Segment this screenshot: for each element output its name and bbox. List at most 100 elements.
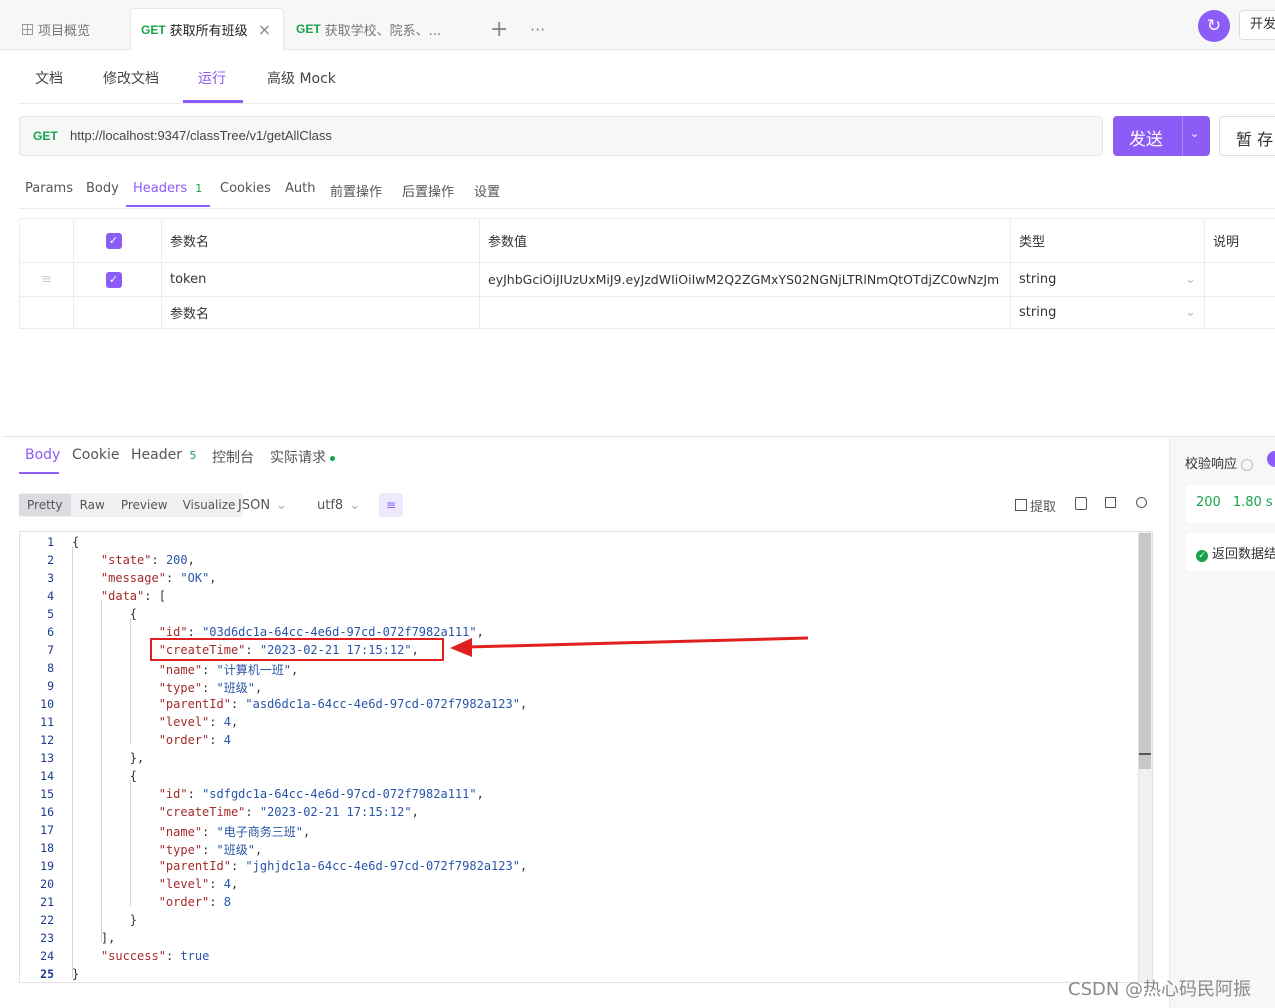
col-type-header: 类型	[1010, 218, 1205, 263]
tab-response-header[interactable]: Header 5	[131, 447, 196, 463]
chevron-down-icon: ⌄	[349, 497, 361, 513]
chevron-down-icon[interactable]: ⌄	[1190, 127, 1199, 140]
extract-icon	[1015, 499, 1027, 511]
scroll-marker	[1139, 753, 1151, 755]
line-number: 24	[40, 949, 54, 963]
code-line: }	[72, 913, 138, 927]
content-type-select[interactable]: JSON ⌄	[238, 493, 287, 517]
tab-headers[interactable]: Headers 1	[133, 181, 202, 196]
param-name-input[interactable]: 参数名	[161, 296, 480, 329]
status-dot-icon	[330, 455, 336, 461]
tab-get-schools[interactable]: GET 获取学校、院系、...	[296, 8, 446, 50]
highlight-box	[150, 638, 444, 661]
code-line: {	[72, 607, 138, 621]
tab-response-body[interactable]: Body	[25, 447, 60, 463]
nav-doc[interactable]: 文档	[35, 68, 63, 88]
encoding-select[interactable]: utf8 ⌄	[317, 493, 360, 517]
tab-auth[interactable]: Auth	[285, 181, 315, 196]
indent-guide	[130, 618, 131, 744]
line-number: 9	[47, 679, 54, 693]
tab-post-request[interactable]: 后置操作	[402, 181, 454, 200]
tab-response-cookie[interactable]: Cookie	[72, 447, 120, 463]
download-icon[interactable]	[1075, 497, 1087, 510]
param-desc[interactable]	[1204, 296, 1275, 329]
select-all-checkbox[interactable]: ✓	[105, 232, 122, 249]
indent-guide	[130, 780, 131, 906]
col-desc-header: 说明	[1204, 218, 1275, 263]
param-value[interactable]: eyJhbGciOiJIUzUxMiJ9.eyJzdWIiOiIwM2Q2ZGM…	[479, 262, 1011, 297]
response-time: 1.80 s	[1232, 495, 1273, 510]
chevron-down-icon: ⌄	[1185, 305, 1196, 320]
line-number: 6	[47, 625, 54, 639]
arrow-shaft	[467, 636, 809, 649]
method-select[interactable]: GET	[33, 129, 58, 143]
extract-button[interactable]: 提取	[1015, 493, 1056, 517]
param-value-input[interactable]	[479, 296, 1011, 329]
format-raw[interactable]: Raw	[71, 494, 114, 516]
tab-label: 获取学校、院系、...	[324, 23, 442, 39]
nav-mock[interactable]: 高级 Mock	[267, 68, 336, 88]
drag-handle-icon[interactable]: ≡	[19, 262, 74, 297]
type-select[interactable]: string ⌄	[1010, 296, 1205, 329]
line-number: 13	[40, 751, 54, 765]
line-number: 7	[47, 643, 54, 657]
sync-icon[interactable]: ↻	[1198, 10, 1230, 42]
tab-project-overview[interactable]: 项目概览	[22, 8, 90, 50]
close-icon[interactable]: ×	[258, 20, 271, 39]
tab-pre-request[interactable]: 前置操作	[330, 181, 382, 200]
validation-result: ✓ 返回数据结	[1185, 533, 1275, 571]
code-line: "data": [	[100, 589, 166, 603]
format-pretty[interactable]: Pretty	[19, 494, 71, 516]
save-button[interactable]: 暂 存	[1219, 116, 1275, 156]
validate-response-label: 校验响应	[1185, 453, 1254, 472]
environment-button[interactable]: 开发	[1239, 10, 1275, 40]
wrap-lines-icon[interactable]: ≡	[379, 493, 403, 517]
divider	[1182, 116, 1183, 156]
scrollbar-thumb[interactable]	[1139, 533, 1151, 769]
response-editor[interactable]: 1 2 3 4 5 6 7 8 9 10 11 12 13 14 15 16 17 18 19 20 21 22 23 24 2…	[19, 531, 1153, 983]
format-visualize[interactable]: Visualize	[175, 494, 244, 516]
search-icon[interactable]	[1136, 497, 1147, 508]
annotation-arrow	[450, 636, 809, 657]
code-line: "success": true	[100, 949, 210, 963]
tab-body[interactable]: Body	[86, 181, 119, 196]
code-line: "parentId": "asd6dc1a-64cc-4e6d-97cd-072…	[158, 697, 528, 711]
tab-settings[interactable]: 设置	[474, 181, 500, 200]
row-checkbox[interactable]: ✓	[105, 271, 122, 288]
more-icon[interactable]: ···	[530, 8, 545, 50]
tab-params[interactable]: Params	[25, 181, 73, 196]
help-icon[interactable]	[1241, 458, 1254, 471]
line-number: 19	[40, 859, 54, 873]
line-number: 3	[47, 571, 54, 585]
code-line: "createTime": "2023-02-21 17:15:12",	[158, 805, 419, 819]
url-input[interactable]: http://localhost:9347/classTree/v1/getAl…	[70, 128, 332, 143]
code-line: "name": "电子商务三班",	[158, 825, 311, 839]
type-value: string	[1019, 305, 1057, 320]
type-select[interactable]: string ⌄	[1010, 262, 1205, 297]
grid-icon	[22, 23, 33, 35]
param-desc[interactable]	[1204, 262, 1275, 297]
tab-get-all-classes[interactable]: GET 获取所有班级 ×	[130, 8, 284, 50]
param-name[interactable]: token	[161, 262, 480, 297]
tab-console[interactable]: 控制台	[212, 447, 254, 467]
code-line: "level": 4,	[158, 877, 239, 891]
tab-label: Headers	[133, 181, 188, 196]
format-switcher: Pretty Raw Preview Visualize	[19, 493, 244, 517]
format-preview[interactable]: Preview	[114, 494, 175, 516]
tab-cookies[interactable]: Cookies	[220, 181, 271, 196]
count-badge: 1	[195, 182, 203, 195]
line-number: 17	[40, 823, 54, 837]
line-number: 18	[40, 841, 54, 855]
nav-run[interactable]: 运行	[198, 68, 226, 88]
tab-label: 项目概览	[38, 23, 91, 39]
tab-actual-request[interactable]: 实际请求	[270, 447, 336, 467]
add-tab-icon[interactable]: +	[490, 8, 508, 50]
toggle-switch[interactable]	[1267, 451, 1275, 467]
send-button[interactable]: 发送 ⌄	[1113, 116, 1210, 156]
nav-edit-doc[interactable]: 修改文档	[103, 68, 159, 88]
copy-icon[interactable]	[1105, 497, 1116, 508]
tab-label: 实际请求	[270, 450, 326, 466]
url-bar[interactable]: GET http://localhost:9347/classTree/v1/g…	[19, 116, 1103, 156]
code-line: "id": "03d6dc1a-64cc-4e6d-97cd-072f7982a…	[158, 625, 484, 639]
indent-guide	[72, 546, 73, 978]
